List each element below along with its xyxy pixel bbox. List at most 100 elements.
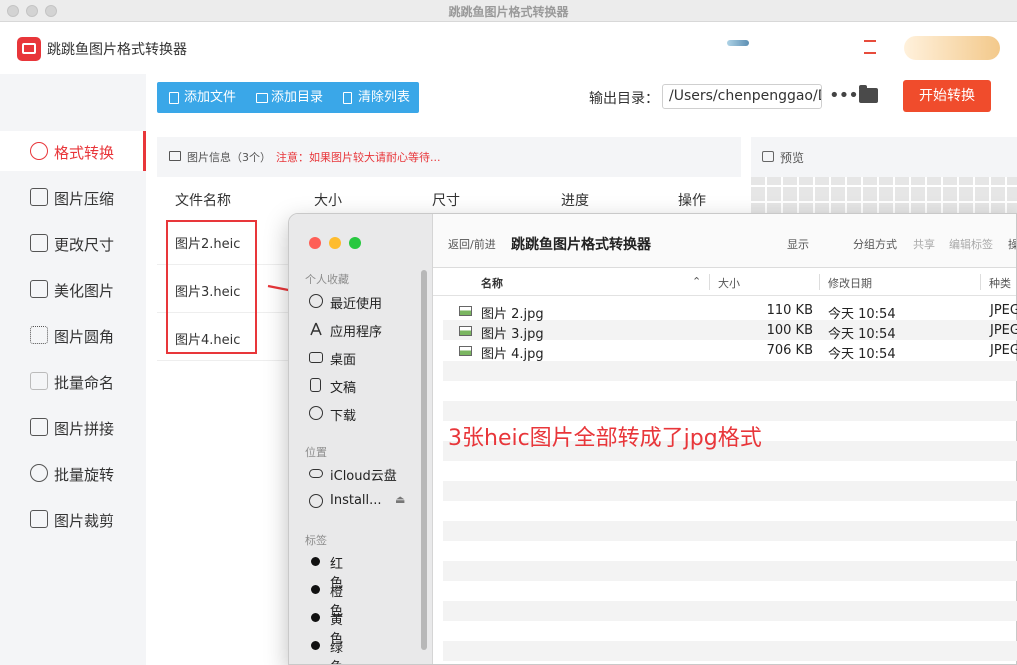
sidebar-item-label: 格式转换 — [54, 144, 115, 162]
jpg-file-icon — [459, 346, 472, 356]
output-directory-input[interactable]: /Users/chenpenggao/D — [662, 84, 822, 109]
edit-tags-button[interactable]: 编辑标签 — [949, 236, 993, 252]
section-locations: 位置 — [305, 446, 327, 459]
file-kind: JPEG — [990, 343, 1017, 358]
column-modified[interactable]: 修改日期 — [828, 275, 872, 291]
sidebar-item-batch-rename[interactable]: 批量命名 — [0, 361, 146, 401]
group-by-button[interactable]: 分组方式 — [853, 236, 897, 252]
member-icon[interactable] — [727, 40, 749, 46]
highlight-box — [166, 220, 257, 354]
menu-icon[interactable] — [864, 40, 876, 42]
annotation-caption: 3张heic图片全部转成了jpg格式 — [448, 426, 762, 451]
output-directory-label: 输出目录： — [589, 91, 659, 107]
sidebar: 格式转换 图片压缩 更改尺寸 美化图片 图片圆角 批量命名 图片拼接 批量旋转 … — [0, 74, 146, 665]
row-stripe — [443, 361, 1017, 381]
tag-dot-icon — [311, 557, 320, 566]
menu-icon-line — [864, 52, 876, 54]
column-header-actions: 操作 — [678, 193, 706, 209]
sidebar-item-batch-rotate[interactable]: 批量旋转 — [0, 453, 146, 493]
back-forward-button[interactable]: 返回/前进 — [448, 236, 496, 252]
add-file-button[interactable]: 添加文件 — [157, 82, 244, 113]
desktop-icon — [309, 352, 323, 363]
finder-toolbar: 返回/前进 跳跳鱼图片格式转换器 显示 分组方式 共享 编辑标签 操 — [433, 214, 1016, 268]
tag-label: 绿色 — [330, 641, 344, 664]
preview-icon — [762, 151, 774, 162]
user-avatar-badge[interactable] — [904, 36, 1000, 60]
column-header-filename: 文件名称 — [175, 193, 231, 209]
file-icon — [169, 92, 179, 104]
sidebar-scrollbar[interactable] — [421, 270, 427, 650]
finder-close-icon[interactable] — [309, 237, 321, 249]
preview-title: 预览 — [780, 151, 805, 165]
finder-zoom-icon[interactable] — [349, 237, 361, 249]
column-size[interactable]: 大小 — [718, 275, 740, 291]
finder-item-label: iCloud云盘 — [330, 469, 397, 484]
file-date: 今天 10:54 — [828, 327, 896, 342]
finder-item-label: Install... — [330, 493, 382, 508]
window-title: 跳跳鱼图片格式转换器 — [448, 5, 569, 19]
file-date: 今天 10:54 — [828, 347, 896, 362]
preview-bar: 预览 — [751, 137, 1017, 177]
column-kind[interactable]: 种类 — [989, 275, 1011, 291]
convert-icon — [30, 142, 48, 160]
sidebar-item-crop[interactable]: 图片裁剪 — [0, 499, 146, 539]
clear-list-button[interactable]: 清除列表 — [331, 82, 419, 113]
document-icon — [310, 378, 321, 392]
sidebar-item-label: 批量旋转 — [54, 466, 115, 484]
row-stripe — [443, 521, 1017, 541]
resize-icon — [30, 234, 48, 252]
file-name: 图片 3.jpg — [481, 327, 544, 342]
finder-sidebar: 个人收藏 最近使用 应用程序 桌面 文稿 下载 位置 iCloud云盘 Inst… — [289, 214, 433, 664]
beautify-icon — [30, 280, 48, 298]
sidebar-item-compress[interactable]: 图片压缩 — [0, 177, 146, 217]
finder-file-row[interactable]: 图片 3.jpg 100 KB 今天 10:54 JPEG — [443, 321, 1017, 342]
column-separator — [709, 274, 710, 290]
sidebar-item-label: 批量命名 — [54, 374, 115, 392]
cloud-icon — [309, 469, 323, 478]
finder-item-label: 文稿 — [330, 381, 357, 396]
sidebar-item-resize[interactable]: 更改尺寸 — [0, 223, 146, 263]
app-title: 跳跳鱼图片格式转换器 — [47, 42, 187, 58]
tag-dot-icon — [311, 641, 320, 650]
wait-warning: 注意：如果图片较大请耐心等待... — [276, 151, 441, 164]
share-button[interactable]: 共享 — [913, 236, 935, 252]
add-directory-button[interactable]: 添加目录 — [244, 82, 331, 113]
column-separator — [980, 274, 981, 290]
start-convert-button[interactable]: 开始转换 — [903, 80, 991, 112]
sidebar-item-beautify[interactable]: 美化图片 — [0, 269, 146, 309]
toolbar: 添加文件 添加目录 清除列表 — [157, 82, 419, 113]
sidebar-item-label: 图片裁剪 — [54, 512, 115, 530]
finder-file-row[interactable]: 图片 2.jpg 110 KB 今天 10:54 JPEG — [443, 301, 1017, 322]
file-name: 图片 2.jpg — [481, 307, 544, 322]
sort-chevron-icon[interactable]: ⌃ — [692, 275, 701, 288]
clock-icon — [309, 294, 323, 308]
column-header-dimensions: 尺寸 — [432, 193, 460, 209]
more-options-icon[interactable]: ••• — [829, 85, 859, 106]
sidebar-item-splice[interactable]: 图片拼接 — [0, 407, 146, 447]
crop-icon — [30, 510, 48, 528]
eject-icon[interactable]: ⏏ — [395, 493, 405, 506]
column-name[interactable]: 名称 — [481, 275, 503, 291]
finder-minimize-icon[interactable] — [329, 237, 341, 249]
finder-file-row[interactable]: 图片 4.jpg 706 KB 今天 10:54 JPEG — [443, 341, 1017, 362]
sidebar-item-label: 图片压缩 — [54, 190, 115, 208]
sidebar-item-format-convert[interactable]: 格式转换 — [0, 131, 146, 171]
splice-icon — [30, 418, 48, 436]
sidebar-item-label: 图片拼接 — [54, 420, 115, 438]
download-icon — [309, 406, 323, 420]
open-folder-icon[interactable] — [859, 85, 878, 103]
add-directory-label: 添加目录 — [271, 90, 324, 105]
row-stripe — [443, 401, 1017, 421]
tag-dot-icon — [311, 585, 320, 594]
view-button[interactable]: 显示 — [787, 236, 809, 252]
file-date: 今天 10:54 — [828, 307, 896, 322]
sidebar-item-round-corner[interactable]: 图片圆角 — [0, 315, 146, 355]
row-stripe — [443, 481, 1017, 501]
actions-button[interactable]: 操 — [1008, 236, 1016, 252]
disk-icon — [309, 494, 323, 508]
file-size: 706 KB — [766, 343, 813, 358]
image-icon — [169, 151, 181, 161]
trash-icon — [343, 92, 352, 104]
apps-icon — [309, 322, 323, 336]
row-stripe — [443, 601, 1017, 621]
